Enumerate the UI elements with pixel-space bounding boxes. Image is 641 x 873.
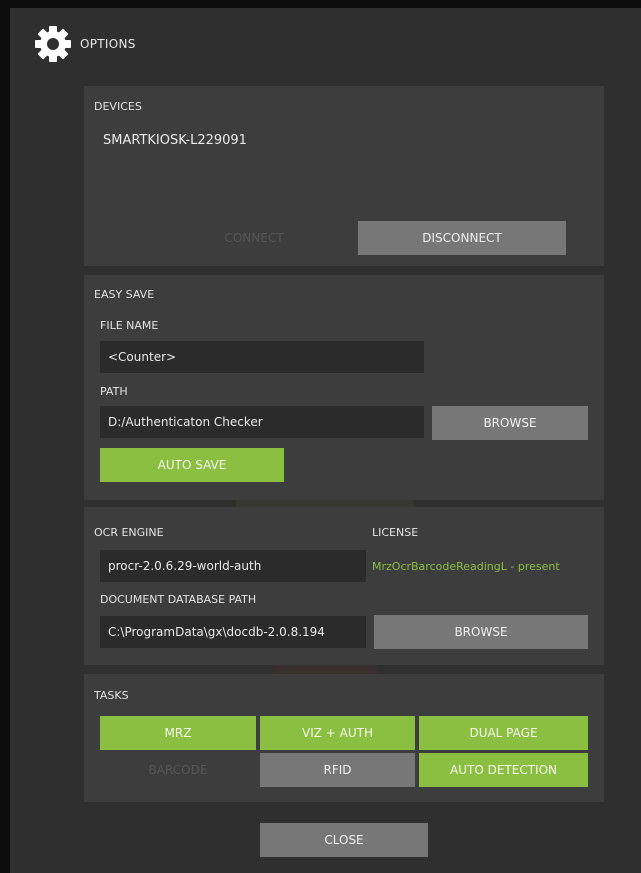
options-dialog: OPTIONS DEVICES SMARTKIOSK-L229091 CONNE…: [10, 8, 641, 873]
tasks-section-label: TASKS: [94, 689, 129, 702]
close-button[interactable]: CLOSE: [260, 823, 428, 857]
path-browse-button[interactable]: BROWSE: [432, 406, 588, 440]
ocr-engine-label: OCR ENGINE: [94, 526, 164, 539]
auto-save-button[interactable]: AUTO SAVE: [100, 448, 284, 482]
docdb-path-field[interactable]: C:\ProgramData\gx\docdb-2.0.8.194: [100, 616, 366, 648]
task-mrz-button[interactable]: MRZ: [100, 716, 256, 750]
task-rfid-button[interactable]: RFID: [260, 753, 415, 787]
license-label: LICENSE: [372, 526, 419, 539]
docdb-path-label: DOCUMENT DATABASE PATH: [100, 593, 257, 606]
docdb-browse-button[interactable]: BROWSE: [374, 615, 588, 649]
devices-section-label: DEVICES: [94, 100, 142, 113]
tasks-panel: TASKS MRZ VIZ + AUTH DUAL PAGE BARCODE R…: [84, 674, 604, 802]
gear-icon: [35, 26, 71, 62]
license-value: MrzOcrBarcodeReadingL - present: [372, 560, 560, 573]
task-viz-auth-button[interactable]: VIZ + AUTH: [260, 716, 415, 750]
ocr-panel: OCR ENGINE LICENSE procr-2.0.6.29-world-…: [84, 507, 604, 665]
easy-save-panel: EASY SAVE FILE NAME <Counter> PATH D:/Au…: [84, 275, 604, 500]
easy-save-section-label: EASY SAVE: [94, 288, 155, 301]
path-label: PATH: [100, 385, 128, 398]
file-name-label: FILE NAME: [100, 319, 159, 332]
dialog-header: OPTIONS: [32, 22, 136, 66]
devices-panel: DEVICES SMARTKIOSK-L229091 CONNECT DISCO…: [84, 86, 604, 266]
task-dual-page-button[interactable]: DUAL PAGE: [419, 716, 588, 750]
connect-button[interactable]: CONNECT: [154, 221, 354, 255]
disconnect-button[interactable]: DISCONNECT: [358, 221, 566, 255]
dialog-title: OPTIONS: [80, 37, 136, 51]
device-name[interactable]: SMARTKIOSK-L229091: [103, 133, 247, 148]
task-auto-detection-button[interactable]: AUTO DETECTION: [419, 753, 588, 787]
file-name-field[interactable]: <Counter>: [100, 341, 424, 373]
path-field[interactable]: D:/Authenticaton Checker: [100, 406, 424, 438]
task-barcode-button[interactable]: BARCODE: [100, 753, 256, 787]
ocr-engine-field[interactable]: procr-2.0.6.29-world-auth: [100, 550, 366, 582]
